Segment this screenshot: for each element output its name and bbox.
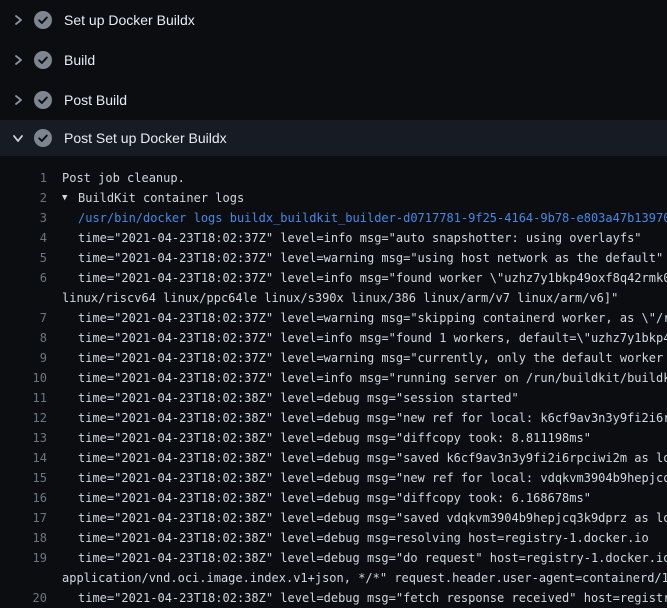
line-text: application/vnd.oci.image.index.v1+json,… <box>62 571 667 585</box>
check-circle-icon <box>34 129 52 147</box>
line-number[interactable]: 16 <box>0 488 47 508</box>
line-text: time="2021-04-23T18:02:37Z" level=warnin… <box>78 351 667 365</box>
line-text: time="2021-04-23T18:02:37Z" level=info m… <box>78 231 642 245</box>
line-text: time="2021-04-23T18:02:37Z" level=info m… <box>78 371 667 385</box>
line-number[interactable]: 6 <box>0 268 47 288</box>
chevron-right-icon <box>12 94 24 106</box>
line-text: time="2021-04-23T18:02:38Z" level=debug … <box>78 491 591 505</box>
line-number[interactable]: 4 <box>0 228 47 248</box>
log-line: 14 ▼time="2021-04-23T18:02:38Z" level=de… <box>0 448 667 468</box>
chevron-down-icon <box>12 132 24 144</box>
step-label: Post Set up Docker Buildx <box>64 130 227 146</box>
line-number[interactable]: 7 <box>0 308 47 328</box>
log-line: 1 ▼Post job cleanup. <box>0 168 667 188</box>
log-line: 16 ▼time="2021-04-23T18:02:38Z" level=de… <box>0 488 667 508</box>
line-text: time="2021-04-23T18:02:38Z" level=debug … <box>78 511 667 525</box>
line-text: time="2021-04-23T18:02:38Z" level=debug … <box>78 551 667 565</box>
line-text: BuildKit container logs <box>78 191 244 205</box>
line-text: /usr/bin/docker logs buildx_buildkit_bui… <box>78 211 667 225</box>
line-text: time="2021-04-23T18:02:37Z" level=warnin… <box>78 251 663 265</box>
log-line: 19 ▼time="2021-04-23T18:02:38Z" level=de… <box>0 548 667 568</box>
line-text: time="2021-04-23T18:02:37Z" level=info m… <box>78 271 667 285</box>
line-text: time="2021-04-23T18:02:37Z" level=warnin… <box>78 311 667 325</box>
line-number[interactable]: 12 <box>0 408 47 428</box>
line-number[interactable]: 18 <box>0 528 47 548</box>
check-circle-icon <box>34 11 52 29</box>
log-line: 11 ▼time="2021-04-23T18:02:38Z" level=de… <box>0 388 667 408</box>
line-text: time="2021-04-23T18:02:38Z" level=debug … <box>78 431 591 445</box>
log-line: 18 ▼time="2021-04-23T18:02:38Z" level=de… <box>0 528 667 548</box>
line-text: time="2021-04-23T18:02:38Z" level=debug … <box>78 451 667 465</box>
step-label: Set up Docker Buildx <box>64 12 195 28</box>
step-row-post-build[interactable]: Post Build <box>0 80 667 120</box>
line-number[interactable]: 3 <box>0 208 47 228</box>
line-number[interactable] <box>0 288 47 308</box>
line-number[interactable]: 15 <box>0 468 47 488</box>
log-line: 4 ▼time="2021-04-23T18:02:37Z" level=inf… <box>0 228 667 248</box>
step-label: Post Build <box>64 92 127 108</box>
log-line: 2 ▼BuildKit container logs <box>0 188 667 208</box>
chevron-right-icon <box>12 54 24 66</box>
line-text: linux/riscv64 linux/ppc64le linux/s390x … <box>62 291 618 305</box>
check-circle-icon <box>34 51 52 69</box>
step-row-set-up-docker-buildx[interactable]: Set up Docker Buildx <box>0 0 667 40</box>
step-row-post-set-up-docker-buildx[interactable]: Post Set up Docker Buildx <box>0 120 667 156</box>
line-number[interactable]: 10 <box>0 368 47 388</box>
line-number[interactable]: 20 <box>0 588 47 608</box>
log-panel: 1 ▼Post job cleanup. 2 ▼BuildKit contain… <box>0 156 667 608</box>
line-number[interactable]: 14 <box>0 448 47 468</box>
log-line: ▼linux/riscv64 linux/ppc64le linux/s390x… <box>0 288 667 308</box>
line-number[interactable]: 13 <box>0 428 47 448</box>
log-line: 8 ▼time="2021-04-23T18:02:37Z" level=inf… <box>0 328 667 348</box>
log-line: 9 ▼time="2021-04-23T18:02:37Z" level=war… <box>0 348 667 368</box>
line-text: Post job cleanup. <box>62 171 185 185</box>
line-number[interactable]: 11 <box>0 388 47 408</box>
log-line: 15 ▼time="2021-04-23T18:02:38Z" level=de… <box>0 468 667 488</box>
step-label: Build <box>64 52 95 68</box>
log-line: 17 ▼time="2021-04-23T18:02:38Z" level=de… <box>0 508 667 528</box>
line-number[interactable]: 9 <box>0 348 47 368</box>
log-line: 3 ▼/usr/bin/docker logs buildx_buildkit_… <box>0 208 667 228</box>
line-number[interactable] <box>0 568 47 588</box>
log-line: 13 ▼time="2021-04-23T18:02:38Z" level=de… <box>0 428 667 448</box>
line-text: time="2021-04-23T18:02:38Z" level=debug … <box>78 591 667 605</box>
log-line: ▼application/vnd.oci.image.index.v1+json… <box>0 568 667 588</box>
log-line: 5 ▼time="2021-04-23T18:02:37Z" level=war… <box>0 248 667 268</box>
line-text: time="2021-04-23T18:02:38Z" level=debug … <box>78 531 649 545</box>
log-line: 12 ▼time="2021-04-23T18:02:38Z" level=de… <box>0 408 667 428</box>
log-rows: 1 ▼Post job cleanup. 2 ▼BuildKit contain… <box>0 168 667 608</box>
line-number[interactable]: 2 <box>0 188 47 208</box>
log-line: 6 ▼time="2021-04-23T18:02:37Z" level=inf… <box>0 268 667 288</box>
line-number[interactable]: 5 <box>0 248 47 268</box>
log-group-triangle-icon: ▼ <box>62 188 78 208</box>
line-number[interactable]: 17 <box>0 508 47 528</box>
line-text: time="2021-04-23T18:02:38Z" level=debug … <box>78 411 667 425</box>
log-line: 20 ▼time="2021-04-23T18:02:38Z" level=de… <box>0 588 667 608</box>
line-text: time="2021-04-23T18:02:38Z" level=debug … <box>78 391 519 405</box>
log-line: 7 ▼time="2021-04-23T18:02:37Z" level=war… <box>0 308 667 328</box>
line-text: time="2021-04-23T18:02:37Z" level=info m… <box>78 331 667 345</box>
step-row-build[interactable]: Build <box>0 40 667 80</box>
log-line: 10 ▼time="2021-04-23T18:02:37Z" level=in… <box>0 368 667 388</box>
line-text: time="2021-04-23T18:02:38Z" level=debug … <box>78 471 667 485</box>
line-number[interactable]: 19 <box>0 548 47 568</box>
line-number[interactable]: 1 <box>0 168 47 188</box>
check-circle-icon <box>34 91 52 109</box>
line-number[interactable]: 8 <box>0 328 47 348</box>
steps-list: Set up Docker Buildx Build <box>0 0 667 156</box>
chevron-right-icon <box>12 14 24 26</box>
